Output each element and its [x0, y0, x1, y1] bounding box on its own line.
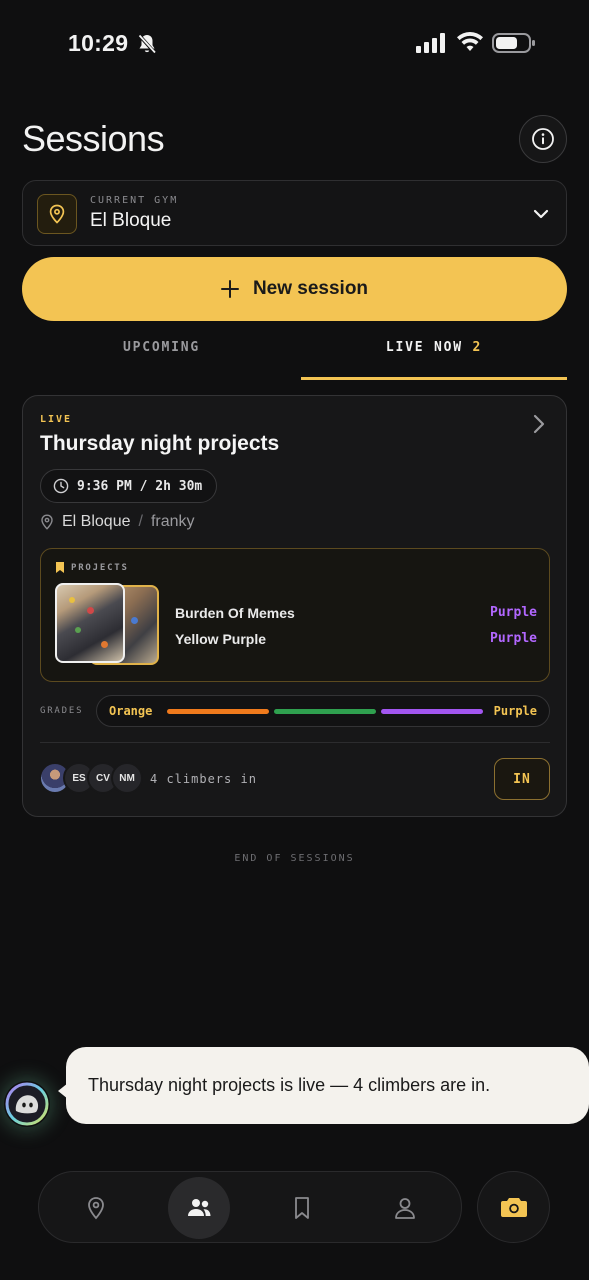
new-session-button[interactable]: New session — [22, 257, 567, 321]
grade-max: Purple — [493, 704, 537, 718]
people-icon — [188, 1199, 211, 1216]
location-row: El Bloque / franky — [40, 513, 195, 531]
climbers-count: 4 climbers in — [150, 772, 257, 786]
info-button[interactable] — [519, 115, 567, 163]
location-host: franky — [150, 513, 195, 530]
project-thumbnail — [55, 583, 125, 663]
page-title: Sessions — [22, 118, 165, 159]
grade-min: Orange — [109, 704, 153, 718]
toast-message[interactable]: Thursday night projects is live — 4 clim… — [66, 1047, 589, 1124]
project-row[interactable]: Yellow Purple Purple — [175, 631, 537, 647]
avatar: NM — [111, 762, 143, 794]
tab-live-count: 2 — [472, 340, 483, 355]
nav-profile[interactable] — [374, 1177, 436, 1239]
nav-map[interactable] — [65, 1177, 127, 1239]
status-time: 10:29 — [68, 30, 129, 56]
gym-name: El Bloque — [90, 210, 172, 231]
map-pin-icon — [49, 204, 65, 224]
bookmark-icon — [295, 1197, 309, 1219]
grades-range: Orange Purple — [96, 695, 550, 727]
profile-icon — [395, 1198, 415, 1219]
tab-upcoming-label: UPCOMING — [122, 340, 200, 355]
signal-icon — [416, 33, 445, 53]
camera-icon — [500, 1198, 527, 1217]
gym-pin-badge — [37, 194, 77, 234]
chevron-down-icon — [533, 209, 549, 219]
gym-label: CURRENT GYM — [90, 195, 179, 206]
tab-upcoming[interactable]: UPCOMING — [22, 340, 301, 380]
session-time: 9:36 PM / 2h 30m — [77, 478, 203, 494]
wifi-icon — [457, 31, 483, 51]
projects-label-row: PROJECTS — [56, 562, 129, 573]
live-badge: LIVE — [40, 414, 73, 425]
join-in-button[interactable]: IN — [494, 758, 550, 800]
clock-icon — [53, 478, 69, 494]
bottom-nav — [38, 1171, 462, 1243]
mascot-avatar[interactable] — [4, 1081, 50, 1127]
projects-panel[interactable]: PROJECTS Burden Of Memes Purple Yellow P… — [40, 548, 550, 682]
grade-bar-orange — [167, 709, 269, 714]
project-name: Burden Of Memes — [175, 605, 295, 621]
info-icon — [532, 128, 554, 150]
plus-icon — [220, 280, 239, 298]
rock-mascot-icon — [5, 1082, 49, 1126]
project-row[interactable]: Burden Of Memes Purple — [175, 605, 537, 621]
grades-label: GRADES — [40, 706, 84, 716]
time-pill: 9:36 PM / 2h 30m — [40, 469, 218, 503]
gym-selector[interactable]: CURRENT GYM El Bloque — [22, 180, 567, 246]
climber-avatars[interactable]: ES CV NM — [39, 762, 143, 794]
tab-live-now[interactable]: LIVE NOW 2 — [301, 340, 567, 380]
camera-button[interactable] — [477, 1171, 550, 1243]
bookmark-icon — [56, 562, 64, 573]
location-separator: / — [138, 513, 143, 530]
battery-icon — [492, 33, 535, 53]
new-session-label: New session — [252, 278, 369, 299]
grade-bar-purple — [381, 709, 483, 714]
chevron-right-icon[interactable] — [532, 414, 546, 434]
map-pin-icon — [88, 1197, 104, 1220]
project-grade: Purple — [490, 631, 537, 646]
session-card[interactable]: LIVE Thursday night projects 9:36 PM / 2… — [22, 395, 567, 817]
session-title: Thursday night projects — [40, 432, 280, 455]
location-gym: El Bloque — [62, 513, 131, 530]
project-name: Yellow Purple — [175, 631, 267, 647]
projects-label: PROJECTS — [71, 562, 129, 573]
status-bar: 10:29 — [0, 0, 589, 88]
map-pin-icon — [41, 514, 53, 530]
grade-bar-green — [274, 709, 376, 714]
bell-muted-icon — [137, 33, 157, 55]
tab-live-label: LIVE NOW — [385, 340, 463, 355]
nav-sessions[interactable] — [168, 1177, 230, 1239]
nav-saved[interactable] — [271, 1177, 333, 1239]
end-of-sessions-label: END OF SESSIONS — [234, 853, 355, 864]
project-grade: Purple — [490, 605, 537, 620]
toast-text: Thursday night projects is live — 4 clim… — [88, 1075, 491, 1095]
card-divider — [40, 742, 550, 743]
